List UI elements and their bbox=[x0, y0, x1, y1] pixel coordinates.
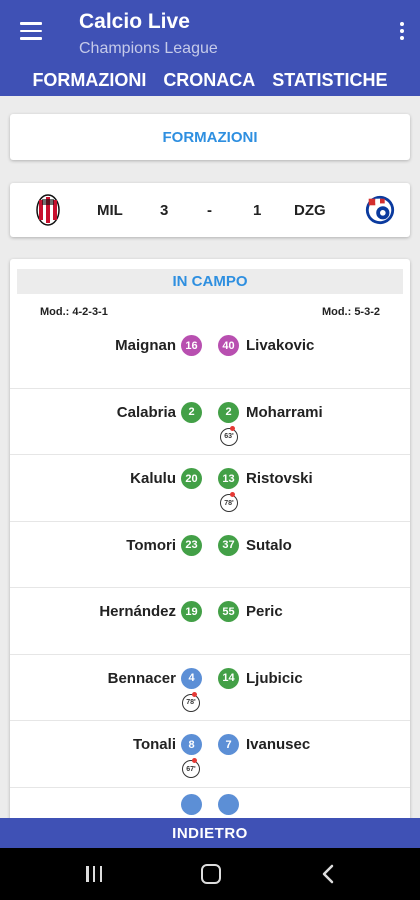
away-player-number: 2 bbox=[218, 401, 239, 423]
home-player-number: 20 bbox=[181, 468, 202, 489]
home-player-name: Tomori bbox=[126, 536, 176, 554]
home-player-name: Maignan bbox=[115, 337, 176, 354]
player-row: Kalulu 20 13 Ristovski 78' bbox=[10, 455, 410, 522]
home-player-name: Calabria bbox=[116, 403, 176, 421]
away-player-name: Sutalo bbox=[246, 536, 292, 554]
menu-icon[interactable] bbox=[20, 22, 42, 40]
home-goals: 3 bbox=[160, 202, 169, 219]
home-module: Mod.: 4-2-3-1 bbox=[40, 306, 108, 318]
home-team-code: MIL bbox=[97, 202, 123, 219]
away-player-name: Moharrami bbox=[246, 403, 323, 421]
away-goals: 1 bbox=[253, 202, 262, 219]
dinamo-zagreb-logo-icon bbox=[365, 195, 395, 225]
away-team-code: DZG bbox=[294, 202, 326, 219]
away-player-name: Ristovski bbox=[246, 470, 313, 487]
away-player-number: 13 bbox=[218, 468, 239, 489]
scoreboard-card: MIL 3 - 1 DZG bbox=[10, 183, 410, 237]
home-player-name: Tonali bbox=[132, 736, 176, 753]
home-player-number: 8 bbox=[181, 734, 202, 755]
away-player-number: 37 bbox=[218, 534, 239, 556]
home-player-number: 16 bbox=[181, 335, 202, 356]
away-player-number: 40 bbox=[218, 335, 239, 356]
tab-bar: FORMAZIONI CRONACA STATISTICHE bbox=[0, 64, 420, 96]
home-player-number: 4 bbox=[181, 667, 202, 689]
player-row: Calabria 2 2 Moharrami 63' bbox=[10, 389, 410, 455]
away-player-number: 14 bbox=[218, 667, 239, 689]
tab-statistiche[interactable]: STATISTICHE bbox=[272, 70, 387, 91]
away-player-name: Peric bbox=[246, 603, 283, 620]
away-substitution-icon: 63' bbox=[220, 425, 238, 446]
away-player-number: 55 bbox=[218, 601, 239, 622]
in-campo-header: IN CAMPO bbox=[17, 269, 403, 294]
system-nav-bar bbox=[0, 848, 420, 900]
away-player-number: 7 bbox=[218, 734, 239, 755]
formazioni-header-card: FORMAZIONI bbox=[10, 114, 410, 160]
home-player-number: 19 bbox=[181, 601, 202, 622]
player-rows: Maignan 16 40 Livakovic Calabria 2 2 Moharrami 6… bbox=[10, 322, 410, 854]
home-substitution-icon: 67' bbox=[182, 758, 200, 778]
app-bar: Calcio Live Champions League bbox=[0, 0, 420, 64]
away-module: Mod.: 5-3-2 bbox=[321, 306, 380, 318]
away-player-number bbox=[218, 793, 239, 815]
player-row: Tonali 8 7 Ivanusec 67' bbox=[10, 721, 410, 788]
player-row: Maignan 16 40 Livakovic bbox=[10, 322, 410, 389]
home-player-name: Bennacer bbox=[107, 669, 176, 687]
back-icon[interactable] bbox=[321, 864, 335, 884]
milan-logo-icon bbox=[36, 194, 60, 226]
lineup-card: IN CAMPO Mod.: 4-2-3-1 Mod.: 5-3-2 Maign… bbox=[10, 259, 410, 859]
away-player-name: Ivanusec bbox=[246, 736, 311, 753]
tab-formazioni[interactable]: FORMAZIONI bbox=[32, 70, 146, 91]
home-player-number: 23 bbox=[181, 534, 202, 556]
player-row: Bennacer 4 14 Ljubicic 78' bbox=[10, 655, 410, 721]
recent-apps-icon[interactable] bbox=[86, 866, 102, 882]
score-separator: - bbox=[207, 202, 212, 219]
home-icon[interactable] bbox=[201, 864, 221, 884]
app-subtitle: Champions League bbox=[79, 40, 218, 57]
back-button[interactable]: INDIETRO bbox=[0, 818, 420, 848]
modules-row: Mod.: 4-2-3-1 Mod.: 5-3-2 bbox=[10, 294, 410, 322]
formazioni-title: FORMAZIONI bbox=[162, 128, 258, 146]
app-title: Calcio Live bbox=[79, 10, 190, 33]
home-player-name: Kalulu bbox=[130, 470, 176, 487]
away-player-name: Livakovic bbox=[246, 337, 315, 354]
player-row: Hernández 19 55 Peric bbox=[10, 588, 410, 655]
more-options-icon[interactable] bbox=[398, 22, 406, 44]
home-player-name: Hernández bbox=[99, 603, 176, 620]
away-player-name: Ljubicic bbox=[246, 669, 303, 687]
tab-cronaca[interactable]: CRONACA bbox=[163, 70, 255, 91]
home-player-number bbox=[181, 793, 202, 815]
player-row: Tomori 23 37 Sutalo bbox=[10, 522, 410, 588]
home-player-number: 2 bbox=[181, 401, 202, 423]
home-substitution-icon: 78' bbox=[182, 691, 200, 712]
away-substitution-icon: 78' bbox=[220, 492, 238, 512]
